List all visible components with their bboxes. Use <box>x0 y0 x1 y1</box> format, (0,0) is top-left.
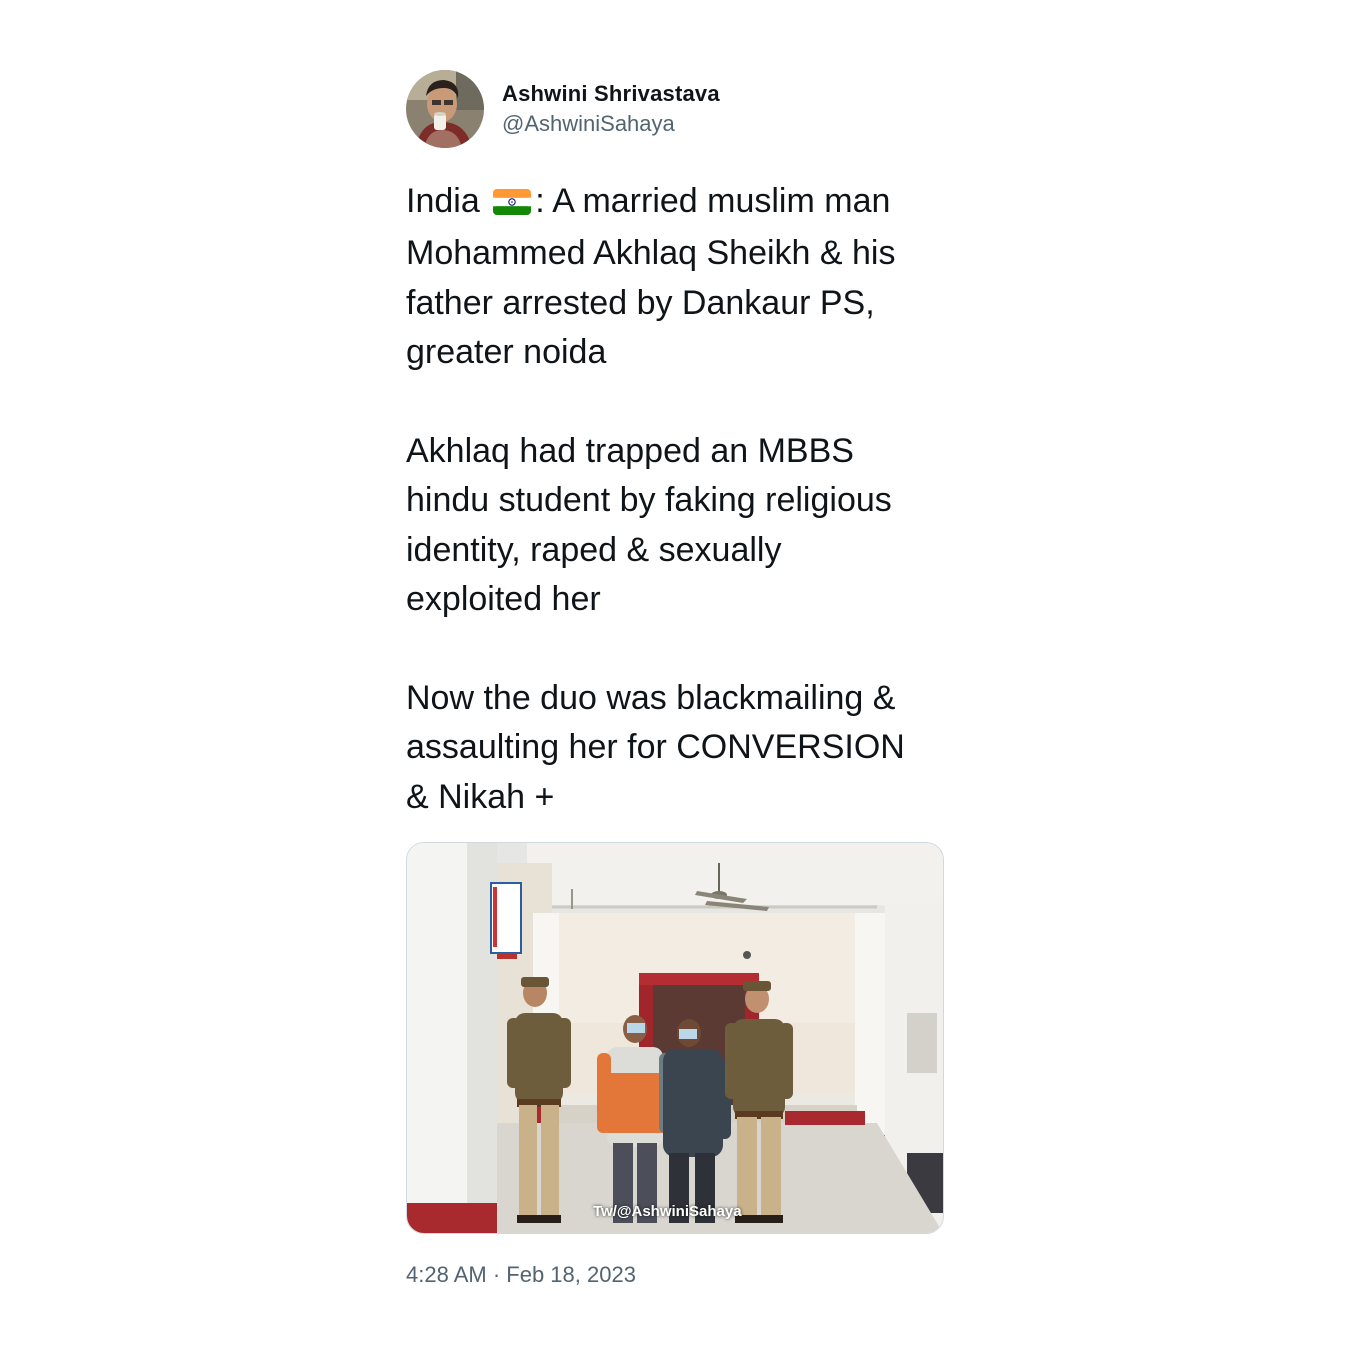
tweet-line: identity, raped & sexually <box>406 530 782 569</box>
author-names: Ashwini Shrivastava @AshwiniSahaya <box>502 79 720 139</box>
avatar[interactable] <box>406 70 484 148</box>
tweet-line: hindu student by faking religious <box>406 481 892 520</box>
tweet-text: India : A married muslim man Mohammed Ak… <box>406 177 946 822</box>
tweet-line-segment: India <box>406 182 490 220</box>
tweet-line: Mohammed Akhlaq Sheikh & his <box>406 234 896 273</box>
tweet-line: assaulting her for CONVERSION <box>406 728 905 767</box>
tweet-line: India : A married muslim man <box>406 177 946 229</box>
photo-watermark: Tw/@AshwiniSahaya <box>593 1203 742 1221</box>
tweet-line: father arrested by Dankaur PS, <box>406 283 875 322</box>
author-handle[interactable]: @AshwiniSahaya <box>502 109 720 139</box>
tweet-card: Ashwini Shrivastava @AshwiniSahaya India… <box>406 70 946 1290</box>
tweet-line-segment: : A married muslim man <box>535 182 891 220</box>
tweet-line: Akhlaq had trapped an MBBS <box>406 432 854 471</box>
india-flag-icon <box>493 180 532 229</box>
tweet-line: & Nikah + <box>406 777 555 816</box>
tweet-line: Now the duo was blackmailing & <box>406 679 896 718</box>
tweet-line: exploited her <box>406 580 601 619</box>
tweet-header: Ashwini Shrivastava @AshwiniSahaya <box>406 70 946 148</box>
tweet-line: greater noida <box>406 333 607 372</box>
author-display-name[interactable]: Ashwini Shrivastava <box>502 79 720 109</box>
tweet-timestamp[interactable]: 4:28 AM · Feb 18, 2023 <box>406 1260 946 1290</box>
tweet-photo[interactable]: Tw/@AshwiniSahaya <box>406 842 944 1235</box>
